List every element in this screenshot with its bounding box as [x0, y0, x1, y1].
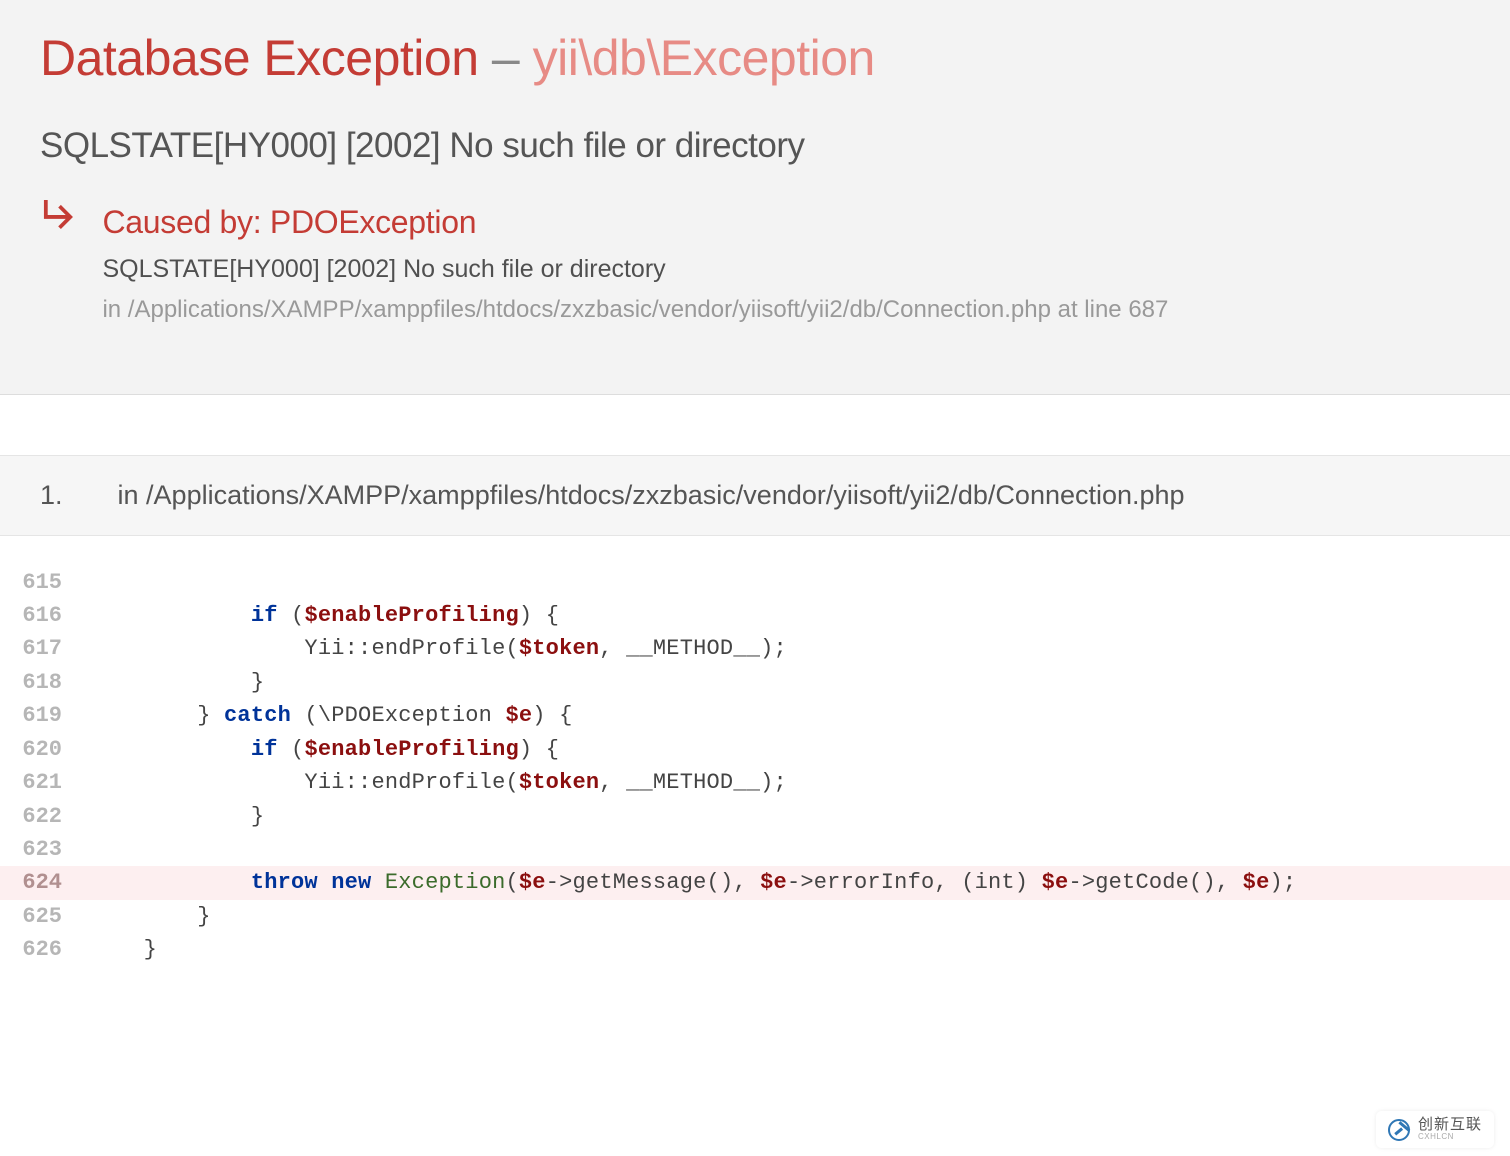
code-line: 625 }	[0, 900, 1510, 933]
code-text	[90, 566, 103, 599]
caused-by-arrow-icon	[40, 200, 98, 237]
code-text: throw new Exception($e->getMessage(), $e…	[90, 866, 1296, 899]
line-number: 617	[0, 632, 90, 665]
watermark-text-cn: 创新互联	[1418, 1117, 1482, 1132]
spacer	[0, 395, 1510, 455]
code-text: Yii::endProfile($token, __METHOD__);	[90, 632, 787, 665]
line-number: 626	[0, 933, 90, 966]
code-text: if ($enableProfiling) {	[90, 733, 559, 766]
code-text	[90, 833, 103, 866]
code-text: Yii::endProfile($token, __METHOD__);	[90, 766, 787, 799]
watermark: 创新互联 CXHLCN	[1376, 1111, 1494, 1148]
exception-separator: –	[479, 30, 533, 86]
stack-frame-path: /Applications/XAMPP/xamppfiles/htdocs/zx…	[146, 480, 1185, 510]
line-number: 619	[0, 699, 90, 732]
code-block: 615 616 if ($enableProfiling) {617 Yii::…	[0, 536, 1510, 967]
code-line: 624 throw new Exception($e->getMessage()…	[0, 866, 1510, 899]
code-line: 623	[0, 833, 1510, 866]
code-line: 616 if ($enableProfiling) {	[0, 599, 1510, 632]
stack-frame-index: 1.	[40, 480, 110, 511]
exception-class-link[interactable]: yii\db\Exception	[533, 30, 875, 86]
caused-by-location: in /Applications/XAMPP/xamppfiles/htdocs…	[102, 296, 1168, 324]
line-number: 621	[0, 766, 90, 799]
code-line: 620 if ($enableProfiling) {	[0, 733, 1510, 766]
code-text: }	[90, 800, 264, 833]
stack-frame-in-label: in	[118, 480, 147, 510]
watermark-text-en: CXHLCN	[1418, 1132, 1482, 1142]
code-text: }	[90, 666, 264, 699]
code-text: } catch (\PDOException $e) {	[90, 699, 573, 732]
line-number: 624	[0, 866, 90, 899]
code-text: if ($enableProfiling) {	[90, 599, 559, 632]
code-line: 618 }	[0, 666, 1510, 699]
stack-frame[interactable]: 1. in /Applications/XAMPP/xamppfiles/htd…	[0, 455, 1510, 967]
line-number: 622	[0, 800, 90, 833]
caused-by-message: SQLSTATE[HY000] [2002] No such file or d…	[102, 255, 1168, 284]
code-line: 617 Yii::endProfile($token, __METHOD__);	[0, 632, 1510, 665]
exception-name: Database Exception	[40, 30, 479, 86]
code-line: 626 }	[0, 933, 1510, 966]
line-number: 623	[0, 833, 90, 866]
line-number: 620	[0, 733, 90, 766]
code-line: 615	[0, 566, 1510, 599]
code-line: 621 Yii::endProfile($token, __METHOD__);	[0, 766, 1510, 799]
code-text: }	[90, 933, 157, 966]
exception-message: SQLSTATE[HY000] [2002] No such file or d…	[40, 126, 1470, 166]
watermark-logo-icon	[1388, 1119, 1410, 1141]
code-text: }	[90, 900, 211, 933]
line-number: 616	[0, 599, 90, 632]
caused-by-title[interactable]: Caused by: PDOException	[102, 204, 1168, 241]
code-line: 622 }	[0, 800, 1510, 833]
exception-title: Database Exception – yii\db\Exception	[40, 30, 1470, 88]
stack-frame-header[interactable]: 1. in /Applications/XAMPP/xamppfiles/htd…	[0, 455, 1510, 536]
line-number: 618	[0, 666, 90, 699]
exception-header: Database Exception – yii\db\Exception SQ…	[0, 0, 1510, 395]
caused-by-block: Caused by: PDOException SQLSTATE[HY000] …	[40, 204, 1470, 324]
code-line: 619 } catch (\PDOException $e) {	[0, 699, 1510, 732]
line-number: 625	[0, 900, 90, 933]
line-number: 615	[0, 566, 90, 599]
